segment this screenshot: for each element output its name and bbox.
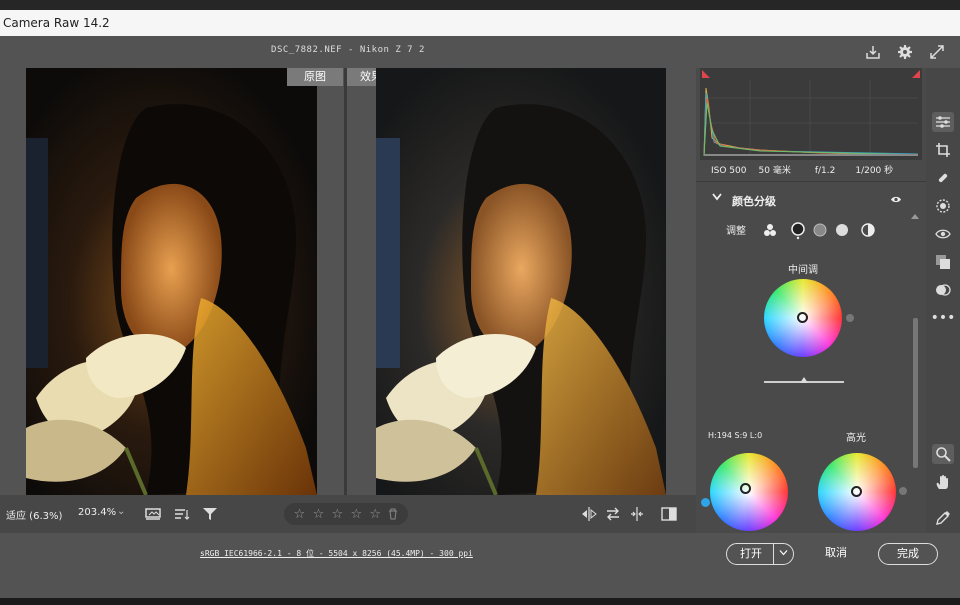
window-title: Camera Raw 14.2: [3, 16, 110, 30]
file-info-bar: DSC_7882.NEF - Nikon Z 7 2: [0, 36, 696, 68]
highlights-label: 高光: [846, 433, 866, 444]
swap-icon[interactable]: [604, 506, 622, 522]
done-button[interactable]: 完成: [878, 543, 938, 565]
before-image[interactable]: [26, 68, 317, 495]
window-bottom-strip: [0, 598, 960, 605]
star-3[interactable]: ☆: [332, 507, 344, 522]
compare-view-icon[interactable]: [660, 506, 678, 522]
zoom-icon[interactable]: [932, 444, 954, 464]
exif-aperture: f/1.2: [814, 166, 836, 176]
cancel-button[interactable]: 取消: [808, 543, 864, 565]
star-5[interactable]: ☆: [369, 507, 381, 522]
open-button-separator: [773, 544, 774, 564]
shadow-clip-indicator[interactable]: [702, 70, 710, 78]
more-icon[interactable]: •••: [931, 308, 956, 328]
hsl-readout: H:194 S:9 L:0: [708, 431, 763, 440]
presets-icon[interactable]: [932, 252, 954, 272]
midtones-wheel-handle[interactable]: [797, 312, 808, 323]
edit-panel: ISO 500 50 毫米 f/1.2 1/200 秒 颜色分级 调整 中间调 …: [696, 68, 926, 533]
star-1[interactable]: ☆: [294, 507, 306, 522]
copy-settings-icon[interactable]: [628, 506, 646, 522]
adjust-row: 调整: [696, 218, 926, 240]
compare-divider[interactable]: [344, 68, 347, 495]
image-viewer[interactable]: 原图 效果图: [0, 68, 696, 495]
workflow-options-link[interactable]: sRGB IEC61966-2.1 - 8 位 - 5504 x 8256 (4…: [200, 548, 473, 559]
highlights-wheel-icon[interactable]: [835, 222, 849, 241]
color-sampler-icon[interactable]: [932, 508, 954, 528]
mask-icon[interactable]: [932, 196, 954, 216]
flip-before-after-icon[interactable]: [580, 506, 598, 522]
visibility-eye-icon[interactable]: [890, 194, 902, 207]
three-way-icon[interactable]: [763, 222, 777, 241]
highlight-clip-indicator[interactable]: [912, 70, 920, 78]
open-button-label: 打开: [740, 547, 762, 560]
scroll-up-arrow[interactable]: [911, 214, 919, 219]
shadows-wheel-icon[interactable]: [791, 222, 805, 244]
trash-icon[interactable]: [388, 505, 398, 524]
panel-scrollbar[interactable]: [910, 214, 920, 532]
star-2[interactable]: ☆: [313, 507, 325, 522]
midtones-slider-thumb[interactable]: [800, 377, 808, 383]
top-icons: [864, 36, 960, 68]
expand-icon[interactable]: [928, 43, 946, 61]
midtones-wheel-icon[interactable]: [813, 222, 827, 241]
highlights-luminance-dot[interactable]: [899, 487, 907, 495]
status-bar: sRGB IEC61966-2.1 - 8 位 - 5504 x 8256 (4…: [0, 533, 960, 598]
before-photo-art: [26, 68, 317, 495]
hand-icon[interactable]: [932, 472, 954, 492]
tool-rail: •••: [926, 68, 960, 533]
snapshots-icon[interactable]: [932, 280, 954, 300]
fit-zoom-button[interactable]: 适应 (6.3%): [6, 507, 62, 522]
midtones-luminance-dot[interactable]: [846, 314, 854, 322]
star-rating[interactable]: ☆ ☆ ☆ ☆ ☆: [284, 503, 408, 525]
color-grading-header[interactable]: 颜色分级: [696, 190, 926, 212]
redeye-icon[interactable]: [932, 224, 954, 244]
open-button[interactable]: 打开: [726, 543, 794, 565]
adjust-label: 调整: [726, 226, 746, 237]
shadows-color-wheel[interactable]: [710, 453, 788, 531]
global-wheel-icon[interactable]: [861, 222, 875, 241]
midtones-label: 中间调: [788, 265, 818, 276]
before-label: 原图: [287, 68, 343, 86]
camera-raw-app: DSC_7882.NEF - Nikon Z 7 2 原图 适应 (6.3%) …: [0, 36, 960, 598]
highlights-color-wheel[interactable]: [818, 453, 896, 531]
zoom-dropdown[interactable]: ⌄: [117, 506, 125, 517]
after-photo-art: [376, 68, 666, 495]
open-dropdown-chevron-icon[interactable]: [779, 544, 788, 564]
midtones-color-wheel[interactable]: [764, 279, 842, 357]
exif-focal: 50 毫米: [758, 166, 791, 176]
sort-icon[interactable]: [173, 506, 191, 522]
healing-icon[interactable]: [932, 168, 954, 188]
shadows-luminance-dot[interactable]: [701, 498, 710, 507]
crop-icon[interactable]: [932, 140, 954, 160]
exif-info: ISO 500 50 毫米 f/1.2 1/200 秒: [696, 160, 926, 182]
file-name: DSC_7882.NEF - Nikon Z 7 2: [271, 45, 425, 55]
zoom-value[interactable]: 203.4%: [78, 507, 116, 518]
filter-icon[interactable]: [201, 506, 219, 522]
exif-shutter: 1/200 秒: [855, 166, 894, 176]
filmstrip-icon[interactable]: [144, 506, 162, 522]
scroll-thumb[interactable]: [913, 318, 918, 468]
save-icon[interactable]: [864, 43, 882, 61]
highlights-wheel-handle[interactable]: [851, 486, 862, 497]
after-image[interactable]: [376, 68, 666, 495]
histogram: [700, 68, 922, 160]
window-top-strip: [0, 0, 960, 10]
exif-iso: ISO 500: [711, 166, 747, 176]
shadows-wheel-handle[interactable]: [740, 483, 751, 494]
star-4[interactable]: ☆: [350, 507, 362, 522]
section-title: 颜色分级: [732, 195, 776, 208]
window-titlebar: Camera Raw 14.2: [0, 10, 960, 36]
edit-sliders-icon[interactable]: [932, 112, 954, 132]
viewer-toolbar: 适应 (6.3%) 203.4% ⌄ ☆ ☆ ☆ ☆ ☆: [0, 495, 696, 533]
chevron-down-icon[interactable]: [712, 193, 722, 204]
gear-icon[interactable]: [896, 43, 914, 61]
